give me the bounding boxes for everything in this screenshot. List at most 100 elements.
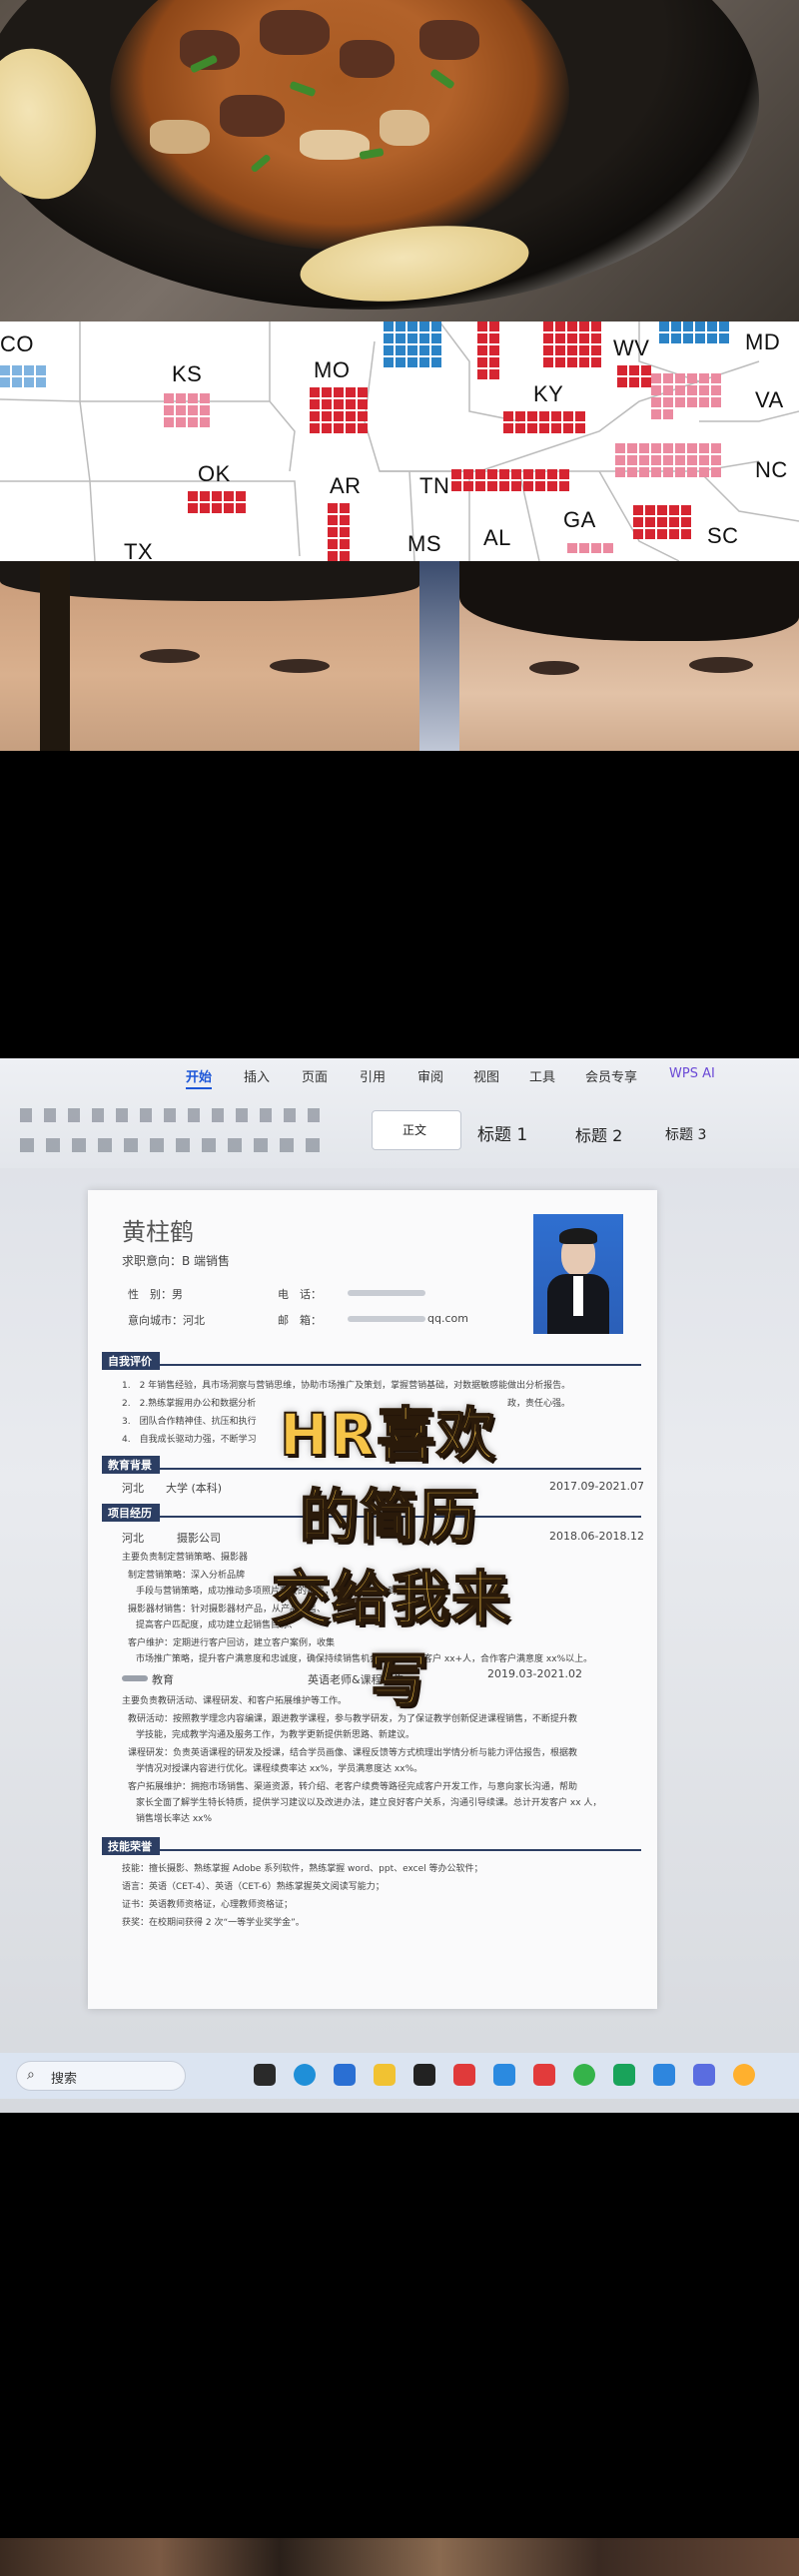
app-icon-3[interactable] xyxy=(733,2064,755,2086)
vote-square xyxy=(675,467,685,477)
ribbon: 开始 插入 页面 引用 审阅 视图 工具 会员专享 WPS AI 正文 标题 1… xyxy=(0,1058,799,1168)
vote-square xyxy=(477,369,487,379)
vote-grid-oh xyxy=(543,322,601,367)
tab-review[interactable]: 审阅 xyxy=(417,1066,443,1085)
vote-square xyxy=(711,397,721,407)
store-icon[interactable] xyxy=(334,2064,356,2086)
vote-square xyxy=(699,467,709,477)
tab-home[interactable]: 开始 xyxy=(186,1066,213,1089)
vote-square xyxy=(176,393,186,403)
edge-icon[interactable] xyxy=(294,2064,316,2086)
vote-square xyxy=(547,469,557,479)
state-label-ky: KY xyxy=(533,381,564,406)
style-heading-2[interactable]: 标题 2 xyxy=(575,1122,622,1162)
vote-square xyxy=(615,443,625,453)
vote-square xyxy=(539,411,549,421)
qq-icon[interactable] xyxy=(653,2064,675,2086)
vote-square xyxy=(539,423,549,433)
taskview-icon[interactable] xyxy=(254,2064,276,2086)
app-icon-2[interactable] xyxy=(693,2064,715,2086)
vote-square xyxy=(431,345,441,355)
tab-view[interactable]: 视图 xyxy=(473,1066,499,1085)
vote-square xyxy=(543,333,553,343)
tab-references[interactable]: 引用 xyxy=(360,1066,386,1085)
vote-square xyxy=(477,357,487,367)
vote-square xyxy=(340,551,350,561)
vote-square xyxy=(657,529,667,539)
vote-square xyxy=(671,333,681,343)
vote-square xyxy=(707,333,717,343)
vote-square xyxy=(310,411,320,421)
tab-page[interactable]: 页面 xyxy=(302,1066,328,1085)
vote-square xyxy=(523,481,533,491)
browser-icon[interactable] xyxy=(493,2064,515,2086)
vote-square xyxy=(340,527,350,537)
vote-square xyxy=(384,345,394,355)
vote-square xyxy=(579,357,589,367)
vote-square xyxy=(663,467,673,477)
style-normal[interactable]: 正文 xyxy=(372,1110,461,1150)
vote-square xyxy=(164,417,174,427)
vote-square xyxy=(176,405,186,415)
vote-square xyxy=(340,503,350,513)
overlay-line-1: HR喜欢 xyxy=(279,1400,497,1470)
taskbar-search[interactable]: ⌕ 搜索 xyxy=(16,2061,186,2091)
vote-square xyxy=(489,357,499,367)
vote-square xyxy=(503,411,513,421)
vote-square xyxy=(328,539,338,549)
state-label-ms: MS xyxy=(407,531,441,556)
vote-square xyxy=(419,333,429,343)
monitor-photo: 开始 插入 页面 引用 审阅 视图 工具 会员专享 WPS AI 正文 标题 1… xyxy=(0,1058,799,2113)
sheet-icon[interactable] xyxy=(613,2064,635,2086)
tab-tools[interactable]: 工具 xyxy=(529,1066,555,1085)
section-title: 技能荣誉 xyxy=(102,1837,160,1855)
vote-square xyxy=(515,423,525,433)
vote-square xyxy=(358,399,368,409)
vote-square xyxy=(477,322,487,331)
vote-square xyxy=(511,469,521,479)
vote-square xyxy=(322,411,332,421)
vote-square xyxy=(212,491,222,501)
overlay-line-2: 的简历 xyxy=(299,1482,480,1552)
wps-icon[interactable] xyxy=(533,2064,555,2086)
section-skills: 技能荣誉 xyxy=(102,1835,641,1855)
vote-square xyxy=(236,503,246,513)
eval-item: 2. 2.熟练掌握用办公和数据分析 xyxy=(122,1399,257,1409)
vote-square xyxy=(499,481,509,491)
overlay-line-3: 交给我来 xyxy=(271,1564,512,1633)
app-icon[interactable] xyxy=(413,2064,435,2086)
wps-ai-button[interactable]: WPS AI xyxy=(669,1066,715,1081)
face-left xyxy=(0,561,419,751)
vote-square xyxy=(591,543,601,553)
vote-square xyxy=(527,423,537,433)
netease-icon[interactable] xyxy=(453,2064,475,2086)
vote-square xyxy=(535,469,545,479)
vote-grid-in xyxy=(477,322,499,379)
vote-square xyxy=(200,393,210,403)
eval-tail: 政，责任心强。 xyxy=(507,1399,571,1409)
job2-company: 教育 xyxy=(152,1673,174,1686)
vote-square xyxy=(346,399,356,409)
vote-grid-ga xyxy=(567,543,613,553)
wechat-icon[interactable] xyxy=(573,2064,595,2086)
vote-square xyxy=(663,385,673,395)
skill-line: 技能：擅长摄影、熟练掌握 Adobe 系列软件，熟练掌握 word、ppt、ex… xyxy=(122,1864,483,1874)
section-title: 教育背景 xyxy=(102,1456,160,1474)
tab-member[interactable]: 会员专享 xyxy=(585,1066,637,1085)
vote-square xyxy=(334,411,344,421)
vote-square xyxy=(0,377,10,387)
vote-grid-tn xyxy=(451,469,569,491)
style-heading-3[interactable]: 标题 3 xyxy=(665,1124,706,1164)
tab-insert[interactable]: 插入 xyxy=(244,1066,270,1085)
vote-square xyxy=(651,443,661,453)
style-heading-1[interactable]: 标题 1 xyxy=(477,1120,527,1160)
folder-icon[interactable] xyxy=(374,2064,396,2086)
vote-square xyxy=(651,385,661,395)
vote-square xyxy=(384,357,394,367)
vote-square xyxy=(579,322,589,331)
vote-square xyxy=(645,529,655,539)
vote-square xyxy=(617,377,627,387)
job1-bullet: 客户维护：定期进行客户回访，建立客户案例，收集 xyxy=(128,1638,336,1648)
vote-square xyxy=(396,345,405,355)
vote-square xyxy=(687,385,697,395)
